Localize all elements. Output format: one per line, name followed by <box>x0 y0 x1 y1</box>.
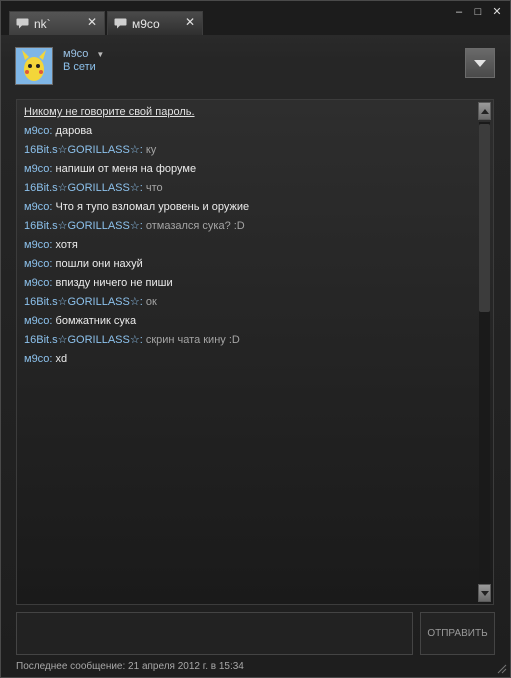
message-text: впизду ничего не пиши <box>55 277 173 289</box>
scroll-up-button[interactable] <box>478 102 491 120</box>
close-tab-icon[interactable]: ✕ <box>86 16 98 28</box>
message-author[interactable]: 16Bit.s☆GORILLASS☆ <box>24 296 140 308</box>
chat-window: nk` ✕ м9со ✕ – □ ✕ м9со ▼ В сети Никому … <box>0 0 511 678</box>
avatar-image <box>16 48 52 84</box>
last-message-info: Последнее сообщение: 21 апреля 2012 г. в… <box>16 661 244 672</box>
scroll-thumb[interactable] <box>479 124 490 312</box>
chat-header: м9со ▼ В сети <box>15 45 495 89</box>
message-author[interactable]: м9со <box>24 258 49 270</box>
message-author[interactable]: 16Bit.s☆GORILLASS☆ <box>24 334 140 346</box>
arrow-up-icon <box>480 108 489 114</box>
message-text: хотя <box>55 239 78 251</box>
contact-name[interactable]: м9со ▼ <box>63 48 104 60</box>
message-row: м9со: напиши от меня на форуме <box>24 160 473 179</box>
maximize-icon[interactable]: □ <box>473 7 483 18</box>
message-text: скрин чата кину :D <box>145 334 240 346</box>
message-row: м9со: бомжатник сука <box>24 312 473 331</box>
message-row: 16Bit.s☆GORILLASS☆: отмазался сука? :D <box>24 217 473 236</box>
message-text: что <box>145 182 163 194</box>
message-text: пошли они нахуй <box>55 258 143 270</box>
message-author[interactable]: м9со <box>24 277 49 289</box>
contact-name-label: м9со <box>63 48 89 60</box>
message-author[interactable]: м9со <box>24 353 49 365</box>
chevron-down-icon <box>474 59 486 67</box>
message-author[interactable]: 16Bit.s☆GORILLASS☆ <box>24 220 140 232</box>
send-button[interactable]: ОТПРАВИТЬ <box>420 612 495 655</box>
message-text: xd <box>55 353 68 365</box>
message-author[interactable]: м9со <box>24 315 49 327</box>
chat-bubble-icon <box>16 18 29 29</box>
message-row: м9со: Что я тупо взломал уровень и оружи… <box>24 198 473 217</box>
message-input[interactable] <box>16 612 413 655</box>
message-text: отмазался сука? :D <box>145 220 245 232</box>
message-author[interactable]: м9со <box>24 125 49 137</box>
contact-status: В сети <box>63 61 96 73</box>
message-text: ок <box>145 296 157 308</box>
tab-m9so[interactable]: м9со ✕ <box>107 11 203 35</box>
avatar[interactable] <box>15 47 53 85</box>
message-row: м9со: впизду ничего не пиши <box>24 274 473 293</box>
arrow-down-icon <box>480 590 489 596</box>
tab-label: м9со <box>132 16 160 31</box>
minimize-icon[interactable]: – <box>454 7 464 18</box>
message-text: бомжатник сука <box>55 315 137 327</box>
message-author[interactable]: м9со <box>24 201 49 213</box>
message-author[interactable]: 16Bit.s☆GORILLASS☆ <box>24 182 140 194</box>
message-list: Никому не говорите свой пароль. м9со: да… <box>24 103 473 369</box>
message-row: 16Bit.s☆GORILLASS☆: ок <box>24 293 473 312</box>
message-text: напиши от меня на форуме <box>55 163 197 175</box>
tab-nk[interactable]: nk` ✕ <box>9 11 105 35</box>
chat-log[interactable]: Никому не говорите свой пароль. м9со: да… <box>16 99 494 605</box>
message-row: м9со: хотя <box>24 236 473 255</box>
message-author[interactable]: м9со <box>24 163 49 175</box>
message-row: м9со: xd <box>24 350 473 369</box>
message-row: 16Bit.s☆GORILLASS☆: скрин чата кину :D <box>24 331 473 350</box>
resize-grip-icon[interactable] <box>495 662 507 674</box>
tab-label: nk` <box>34 16 51 31</box>
close-window-icon[interactable]: ✕ <box>492 7 502 18</box>
message-text: Что я тупо взломал уровень и оружие <box>55 201 250 213</box>
message-row: м9со: пошли они нахуй <box>24 255 473 274</box>
options-menu-button[interactable] <box>465 48 495 78</box>
chevron-down-icon[interactable]: ▼ <box>96 50 104 59</box>
tab-strip: nk` ✕ м9со ✕ – □ ✕ <box>1 1 510 35</box>
message-text: дарова <box>55 125 93 137</box>
scroll-down-button[interactable] <box>478 584 491 602</box>
message-author[interactable]: 16Bit.s☆GORILLASS☆ <box>24 144 140 156</box>
message-author[interactable]: м9со <box>24 239 49 251</box>
close-tab-icon[interactable]: ✕ <box>184 16 196 28</box>
scrollbar[interactable] <box>478 102 491 602</box>
message-row: 16Bit.s☆GORILLASS☆: что <box>24 179 473 198</box>
message-text: ку <box>145 144 157 156</box>
message-row: м9со: дарова <box>24 122 473 141</box>
chat-bubble-icon <box>114 18 127 29</box>
security-warning: Никому не говорите свой пароль. <box>24 106 195 118</box>
window-controls: – □ ✕ <box>454 7 502 18</box>
message-row: 16Bit.s☆GORILLASS☆: ку <box>24 141 473 160</box>
